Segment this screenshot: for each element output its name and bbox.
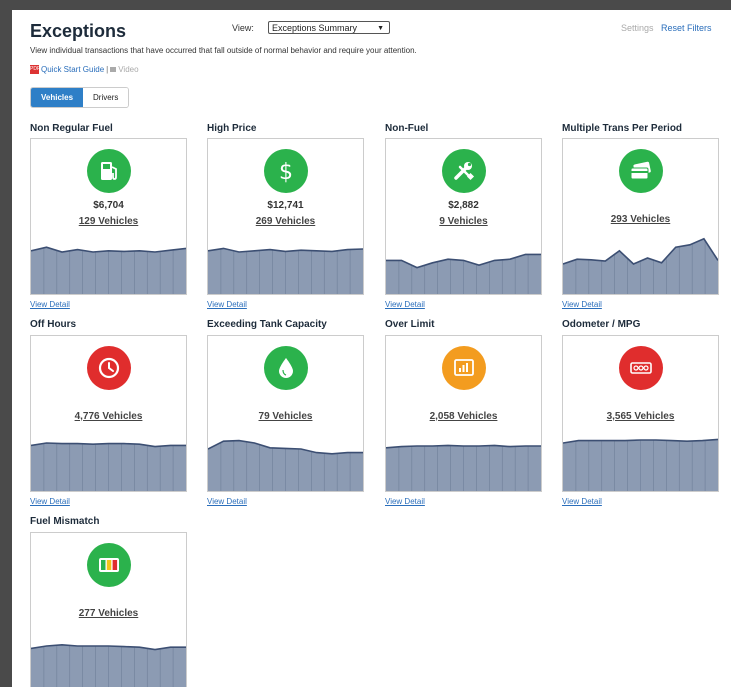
settings-link[interactable]: Settings <box>621 23 654 33</box>
card-title: Odometer / MPG <box>562 319 641 330</box>
trend-sparkline <box>31 234 186 294</box>
amount-value: $12,741 <box>267 200 304 211</box>
vehicle-count-link[interactable]: 9 Vehicles <box>386 216 541 227</box>
dollar-icon: $ <box>264 149 308 193</box>
help-links: PDFQuick Start Guide | Video <box>30 65 139 75</box>
pdf-icon: PDF <box>30 65 40 75</box>
view-detail-link[interactable]: View Detail <box>30 300 70 309</box>
view-detail-link[interactable]: View Detail <box>385 497 425 506</box>
view-detail-link[interactable]: View Detail <box>30 497 70 506</box>
page-title: Exceptions <box>30 21 127 41</box>
svg-text:$: $ <box>279 160 293 184</box>
sparkline-mask <box>208 234 363 252</box>
vehicle-count-link[interactable]: 3,565 Vehicles <box>563 411 718 422</box>
view-detail-link[interactable]: View Detail <box>562 300 602 309</box>
vehicles-tab[interactable]: Vehicles <box>31 88 84 107</box>
wrench-icon <box>442 149 486 193</box>
trend-sparkline <box>208 431 363 491</box>
view-detail-link[interactable]: View Detail <box>562 497 602 506</box>
trend-sparkline <box>31 628 186 687</box>
video-icon <box>110 67 117 73</box>
exception-card[interactable]: 277 Vehicles <box>30 532 187 687</box>
trend-sparkline <box>386 234 541 294</box>
view-select-value: Exceptions Summary <box>272 23 358 33</box>
card-title: Off Hours <box>30 319 77 330</box>
exception-card[interactable]: $ $12,741 269 Vehicles <box>207 138 364 295</box>
trend-sparkline <box>386 431 541 491</box>
vehicle-count-link[interactable]: 293 Vehicles <box>563 214 718 225</box>
view-select[interactable]: Exceptions Summary ▼ <box>268 21 390 34</box>
trend-sparkline <box>208 234 363 294</box>
trend-sparkline <box>31 431 186 491</box>
odometer-icon <box>619 346 663 390</box>
chevron-down-icon: ▼ <box>377 25 384 32</box>
vehicles-drivers-toggle: Vehicles Drivers <box>30 87 130 108</box>
view-detail-link[interactable]: View Detail <box>385 300 425 309</box>
bar-chart-icon <box>442 346 486 390</box>
card-title: Over Limit <box>385 319 435 330</box>
card-title: Exceeding Tank Capacity <box>207 319 327 330</box>
exception-card[interactable]: 4,776 Vehicles <box>30 335 187 492</box>
card-title: High Price <box>207 123 257 134</box>
exceptions-page: Exceptions View: Exceptions Summary ▼ Se… <box>12 10 731 687</box>
drivers-tab[interactable]: Drivers <box>83 88 129 107</box>
card-title: Non-Fuel <box>385 123 429 134</box>
vehicle-count-link[interactable]: 129 Vehicles <box>31 216 186 227</box>
droplet-icon <box>264 346 308 390</box>
vehicle-count-link[interactable]: 269 Vehicles <box>208 216 363 227</box>
card-title: Non Regular Fuel <box>30 123 113 134</box>
exception-card[interactable]: $2,882 9 Vehicles <box>385 138 542 295</box>
fuel-pump-icon <box>87 149 131 193</box>
vehicle-count-link[interactable]: 79 Vehicles <box>208 411 363 422</box>
exception-card[interactable]: 2,058 Vehicles <box>385 335 542 492</box>
amount-value: $6,704 <box>93 200 124 211</box>
card-title: Fuel Mismatch <box>30 516 100 527</box>
amount-value: $2,882 <box>448 200 479 211</box>
clock-icon <box>87 346 131 390</box>
vehicle-count-link[interactable]: 2,058 Vehicles <box>386 411 541 422</box>
exception-card[interactable]: $6,704 129 Vehicles <box>30 138 187 295</box>
trend-sparkline <box>563 234 718 294</box>
view-detail-link[interactable]: View Detail <box>207 497 247 506</box>
trend-sparkline <box>563 431 718 491</box>
vehicle-count-link[interactable]: 4,776 Vehicles <box>31 411 186 422</box>
vehicle-count-link[interactable]: 277 Vehicles <box>31 608 186 619</box>
video-link[interactable]: Video <box>118 65 138 74</box>
quick-start-guide-link[interactable]: Quick Start Guide <box>41 65 104 74</box>
view-detail-link[interactable]: View Detail <box>207 300 247 309</box>
exception-card[interactable]: 3,565 Vehicles <box>562 335 719 492</box>
view-label: View: <box>232 23 254 33</box>
reset-filters-link[interactable]: Reset Filters <box>661 23 712 33</box>
exception-card[interactable]: 79 Vehicles <box>207 335 364 492</box>
exception-card[interactable]: 293 Vehicles <box>562 138 719 295</box>
credit-card-icon <box>619 149 663 193</box>
link-separator: | <box>106 65 109 74</box>
card-title: Multiple Trans Per Period <box>562 123 683 134</box>
page-description: View individual transactions that have o… <box>30 46 417 55</box>
fuel-gauge-bars-icon <box>87 543 131 587</box>
